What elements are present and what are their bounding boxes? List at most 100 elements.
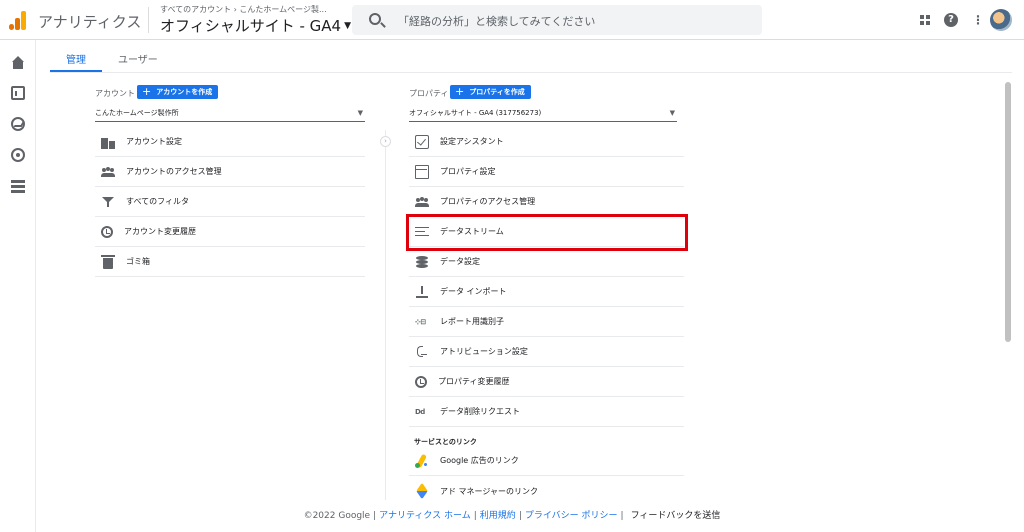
dropdown-arrow-icon: ▼ bbox=[669, 109, 675, 117]
explore-icon[interactable] bbox=[11, 117, 25, 131]
property-title: オフィシャルサイト - GA4 bbox=[160, 17, 342, 35]
ad-manager-link-item[interactable]: アド マネージャーのリンク bbox=[409, 476, 684, 506]
column-divider bbox=[385, 130, 386, 500]
terms-link[interactable]: 利用規約 bbox=[480, 511, 516, 521]
property-selector[interactable]: オフィシャルサイト - GA4 (317756273) ▼ bbox=[409, 104, 677, 122]
plus-icon: + bbox=[455, 85, 465, 98]
app-name[interactable]: アナリティクス bbox=[38, 11, 141, 32]
top-bar: アナリティクス すべてのアカウント › こんたホームページ製... オフィシャル… bbox=[0, 0, 1024, 40]
header-divider bbox=[148, 7, 149, 33]
setup-assistant-item[interactable]: 設定アシスタント bbox=[409, 127, 684, 157]
property-selected: オフィシャルサイト - GA4 (317756273) bbox=[409, 109, 542, 117]
account-settings-item[interactable]: アカウント設定 bbox=[95, 127, 365, 157]
account-access-item[interactable]: アカウントのアクセス管理 bbox=[95, 157, 365, 187]
google-ads-icon bbox=[415, 454, 429, 468]
item-label: アカウント変更履歴 bbox=[124, 227, 196, 236]
filter-icon bbox=[101, 195, 115, 209]
analytics-home-link[interactable]: アナリティクス ホーム bbox=[379, 511, 471, 521]
trash-icon bbox=[101, 254, 115, 269]
reports-icon[interactable] bbox=[11, 86, 25, 100]
item-label: Google 広告のリンク bbox=[440, 456, 519, 465]
data-deletion-item[interactable]: Dd データ削除リクエスト bbox=[409, 397, 684, 427]
tab-admin[interactable]: 管理 bbox=[50, 40, 102, 72]
configure-icon[interactable] bbox=[11, 179, 25, 193]
arrow-right-icon: › bbox=[380, 136, 391, 147]
item-label: すべてのフィルタ bbox=[126, 197, 189, 206]
building-icon bbox=[101, 134, 115, 149]
attribution-icon bbox=[415, 345, 429, 359]
reporting-identity-item[interactable]: ⊹⊟ レポート用識別子 bbox=[409, 307, 684, 337]
trash-item[interactable]: ゴミ箱 bbox=[95, 247, 365, 277]
create-account-button[interactable]: + アカウントを作成 bbox=[137, 85, 219, 99]
all-filters-item[interactable]: すべてのフィルタ bbox=[95, 187, 365, 217]
attribution-settings-item[interactable]: アトリビューション設定 bbox=[409, 337, 684, 367]
item-label: データ インポート bbox=[440, 287, 507, 296]
item-label: データ削除リクエスト bbox=[440, 407, 520, 416]
history-icon bbox=[101, 225, 113, 238]
create-account-label: アカウントを作成 bbox=[156, 88, 213, 96]
item-label: プロパティ変更履歴 bbox=[438, 377, 510, 386]
database-icon bbox=[415, 255, 429, 269]
feedback-link[interactable]: フィードバックを送信 bbox=[631, 511, 721, 521]
home-icon[interactable] bbox=[11, 56, 25, 70]
account-heading: アカウント bbox=[95, 89, 135, 98]
property-settings-item[interactable]: プロパティ設定 bbox=[409, 157, 684, 187]
avatar[interactable] bbox=[990, 9, 1012, 31]
analytics-logo-icon[interactable] bbox=[9, 10, 27, 30]
breadcrumb[interactable]: すべてのアカウント › こんたホームページ製... bbox=[160, 4, 327, 15]
item-label: アカウント設定 bbox=[126, 137, 182, 146]
copyright: ©2022 Google bbox=[303, 511, 371, 521]
item-label: ゴミ箱 bbox=[126, 257, 150, 266]
top-icons: ? ⋮ bbox=[920, 9, 1012, 31]
account-selected: こんたホームページ製作所 bbox=[95, 109, 179, 117]
apps-icon[interactable] bbox=[920, 15, 930, 25]
data-settings-item[interactable]: データ設定 bbox=[409, 247, 684, 277]
property-history-item[interactable]: プロパティ変更履歴 bbox=[409, 367, 684, 397]
admin-tabs: 管理 ユーザー bbox=[50, 40, 174, 72]
dropdown-caret-icon: ▼ bbox=[344, 21, 351, 31]
highlight-box bbox=[406, 214, 688, 251]
data-import-item[interactable]: データ インポート bbox=[409, 277, 684, 307]
property-picker[interactable]: オフィシャルサイト - GA4 ▼ bbox=[160, 15, 351, 36]
search-box[interactable]: 「経路の分析」と検索してみてください bbox=[352, 5, 762, 35]
privacy-link[interactable]: プライバシー ポリシー bbox=[525, 511, 618, 521]
account-list: アカウント設定 アカウントのアクセス管理 すべてのフィルタ アカウント変更履歴 … bbox=[95, 127, 365, 277]
upload-icon bbox=[415, 285, 429, 299]
dd-icon: Dd bbox=[415, 407, 425, 416]
item-label: プロパティのアクセス管理 bbox=[440, 197, 536, 206]
more-vert-icon[interactable]: ⋮ bbox=[972, 13, 984, 27]
dropdown-arrow-icon: ▼ bbox=[357, 109, 363, 117]
create-property-button[interactable]: + プロパティを作成 bbox=[450, 85, 531, 99]
item-label: アド マネージャーのリンク bbox=[440, 486, 538, 496]
item-label: レポート用識別子 bbox=[440, 317, 504, 326]
property-access-item[interactable]: プロパティのアクセス管理 bbox=[409, 187, 684, 217]
ad-manager-icon bbox=[415, 484, 429, 498]
item-label: アトリビューション設定 bbox=[440, 347, 528, 356]
google-ads-link-item[interactable]: Google 広告のリンク bbox=[409, 446, 684, 476]
account-selector[interactable]: こんたホームページ製作所 ▼ bbox=[95, 104, 365, 122]
footer: ©2022 Google | アナリティクス ホーム | 利用規約 | プライバシー ポリシ… bbox=[303, 511, 721, 521]
search-icon bbox=[369, 13, 381, 25]
history-icon bbox=[415, 375, 427, 388]
tab-user[interactable]: ユーザー bbox=[102, 40, 174, 72]
identity-icon: ⊹⊟ bbox=[415, 317, 426, 326]
item-label: アカウントのアクセス管理 bbox=[126, 167, 222, 176]
people-icon bbox=[101, 165, 115, 179]
product-links-list: Google 広告のリンク アド マネージャーのリンク bbox=[409, 446, 684, 506]
account-history-item[interactable]: アカウント変更履歴 bbox=[95, 217, 365, 247]
create-property-label: プロパティを作成 bbox=[469, 88, 525, 96]
people-icon bbox=[415, 195, 429, 209]
search-placeholder: 「経路の分析」と検索してみてください bbox=[398, 15, 596, 28]
layout-icon bbox=[415, 164, 429, 179]
help-icon[interactable]: ? bbox=[944, 13, 958, 27]
item-label: データ設定 bbox=[440, 257, 480, 266]
item-label: 設定アシスタント bbox=[440, 137, 504, 146]
property-heading: プロパティ bbox=[409, 89, 449, 98]
left-nav bbox=[0, 40, 36, 532]
scrollbar[interactable] bbox=[1005, 82, 1011, 342]
plus-icon: + bbox=[142, 85, 152, 98]
advertising-icon[interactable] bbox=[11, 148, 25, 162]
item-label: プロパティ設定 bbox=[440, 167, 496, 176]
checklist-icon bbox=[415, 134, 429, 149]
property-list: 設定アシスタント プロパティ設定 プロパティのアクセス管理 データストリーム デ… bbox=[409, 127, 684, 427]
